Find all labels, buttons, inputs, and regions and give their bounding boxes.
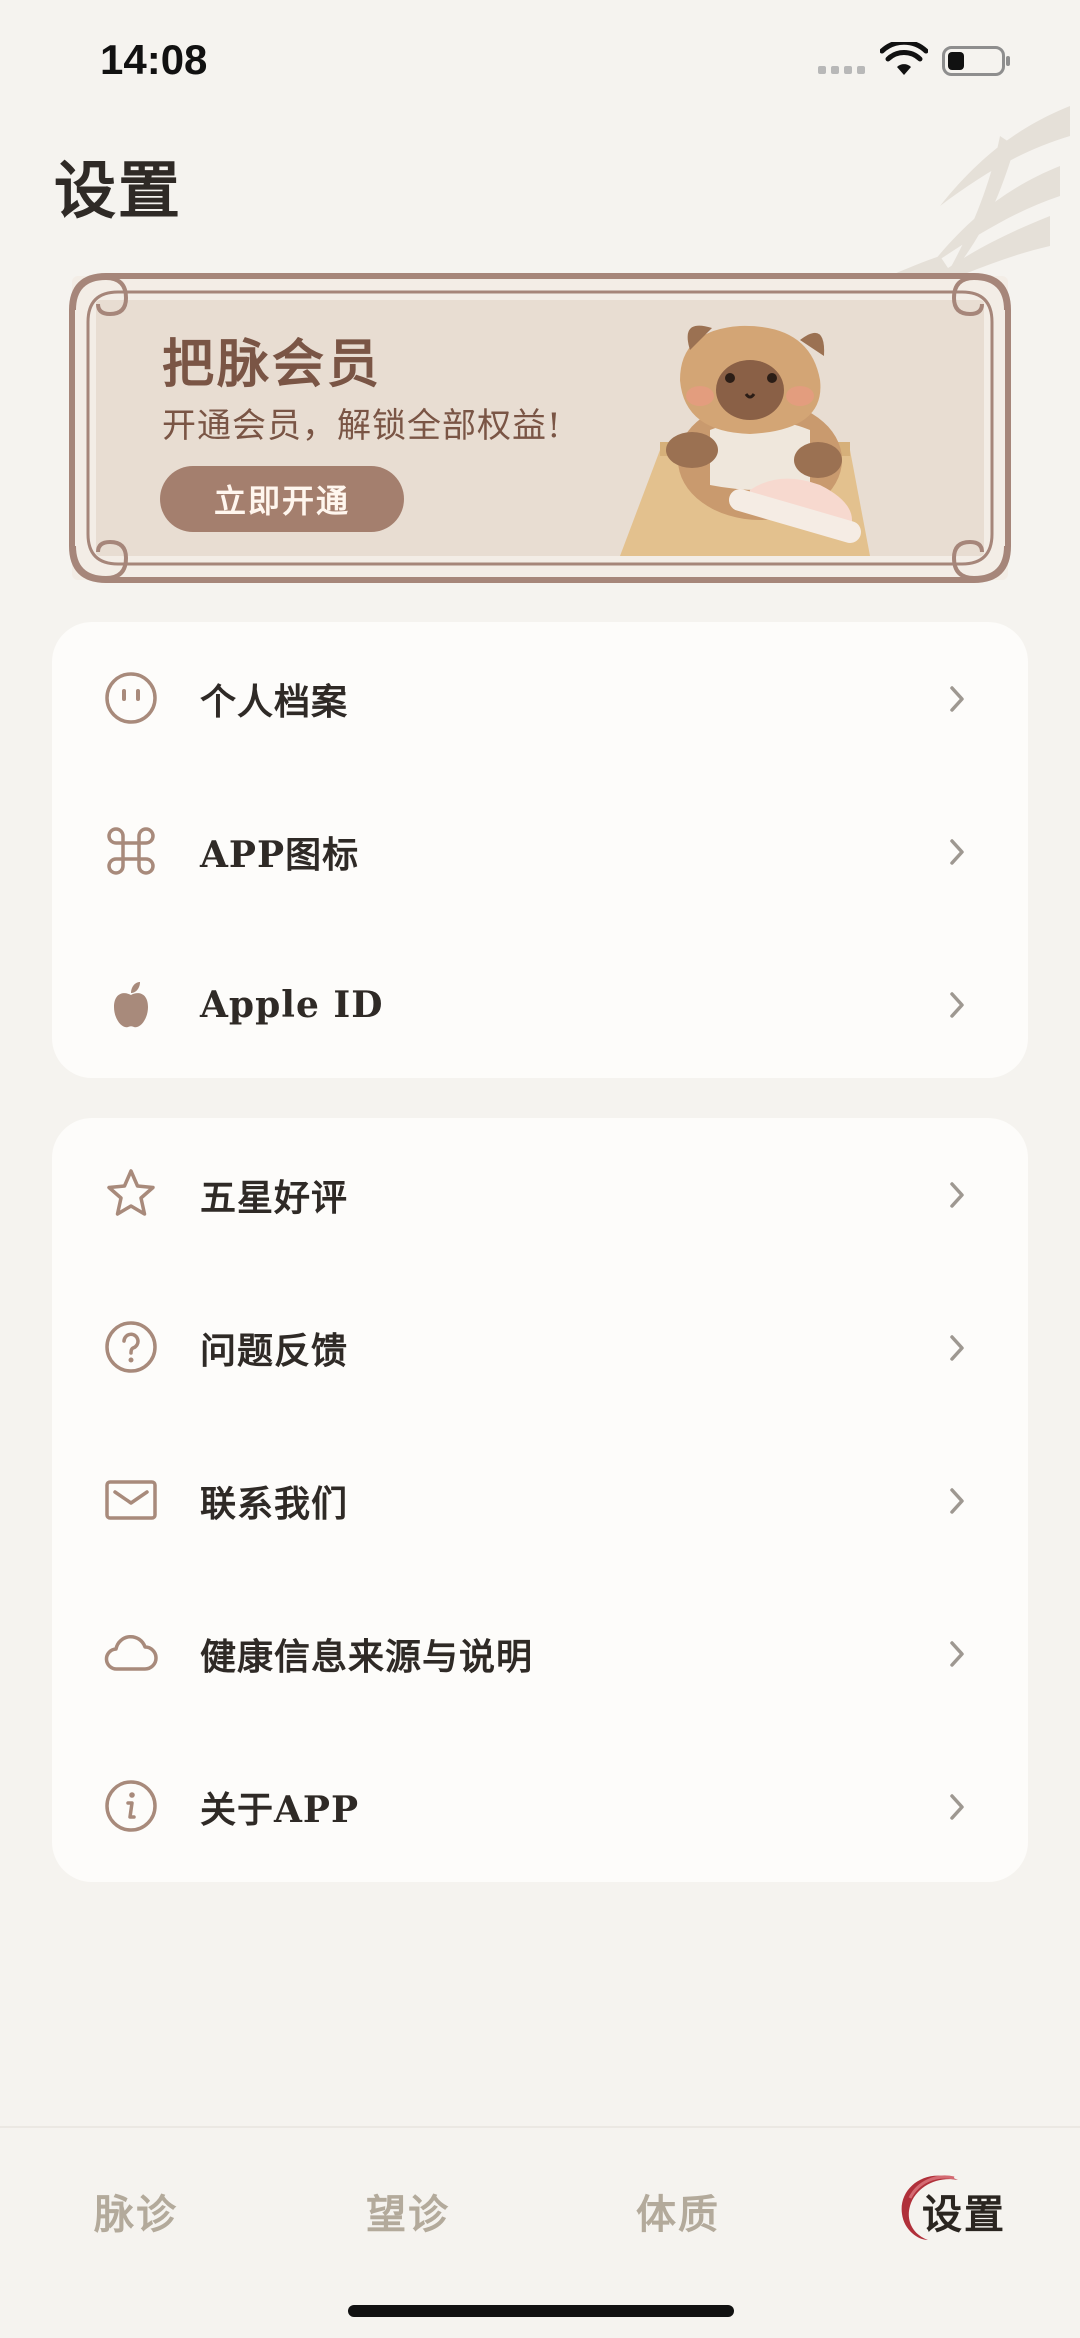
chevron-right-icon (950, 1334, 964, 1361)
status-time: 14:08 (100, 36, 208, 83)
member-banner[interactable]: 把脉会员 开通会员，解锁全部权益! 立即开通 (66, 270, 1014, 586)
banner-subtitle: 开通会员，解锁全部权益! (162, 406, 562, 446)
question-icon (102, 1318, 160, 1376)
chevron-right-icon (950, 1181, 964, 1208)
tab-pulse-diagnosis[interactable]: 脉诊 (94, 2182, 178, 2240)
chevron-right-icon (950, 838, 964, 865)
rate-app-row[interactable]: 五星好评 (52, 1118, 1028, 1271)
app-icon-row[interactable]: APP图标 (52, 775, 1028, 928)
mail-icon (102, 1471, 160, 1529)
page-title: 设置 (54, 154, 183, 227)
about-app-row[interactable]: 关于APP (52, 1730, 1028, 1883)
home-indicator[interactable] (348, 2305, 734, 2317)
battery-icon (942, 46, 1010, 76)
chevron-right-icon (950, 1640, 964, 1667)
feedback-label: 问题反馈 (200, 1329, 349, 1372)
tab-constitution[interactable]: 体质 (636, 2182, 720, 2240)
chevron-right-icon (950, 685, 964, 712)
capybara-mascot-illustration (620, 325, 870, 556)
apple-id-label: Apple ID (200, 983, 384, 1026)
command-icon (102, 822, 160, 880)
app-icon-label: APP图标 (200, 833, 360, 876)
apple-id-row[interactable]: Apple ID (52, 928, 1028, 1081)
profile-label: 个人档案 (200, 680, 349, 723)
health-source-label: 健康信息来源与说明 (200, 1635, 534, 1678)
profile-row[interactable]: 个人档案 (52, 622, 1028, 775)
chevron-right-icon (950, 1487, 964, 1514)
settings-card-general: 五星好评 问题反馈 联系我们 健康信息来源与说明 关于APP (52, 1118, 1028, 1882)
feedback-row[interactable]: 问题反馈 (52, 1271, 1028, 1424)
health-source-row[interactable]: 健康信息来源与说明 (52, 1577, 1028, 1730)
subscribe-button[interactable]: 立即开通 (160, 466, 404, 532)
face-icon (102, 669, 160, 727)
settings-card-account: 个人档案 APP图标 Apple ID (52, 622, 1028, 1078)
banner-title: 把脉会员 (162, 334, 383, 395)
chevron-right-icon (950, 1793, 964, 1820)
contact-us-row[interactable]: 联系我们 (52, 1424, 1028, 1577)
apple-icon (102, 975, 160, 1033)
cloud-icon (102, 1624, 160, 1682)
cellular-signal-icon (818, 66, 865, 74)
rate-app-label: 五星好评 (200, 1176, 349, 1219)
tab-settings[interactable]: 设置 (922, 2182, 1006, 2240)
chevron-right-icon (950, 991, 964, 1018)
wifi-icon (880, 42, 928, 75)
contact-us-label: 联系我们 (200, 1482, 349, 1525)
info-icon (102, 1777, 160, 1835)
tab-inspection[interactable]: 望诊 (366, 2182, 450, 2240)
about-app-label: 关于APP (200, 1788, 360, 1831)
star-icon (102, 1165, 160, 1223)
